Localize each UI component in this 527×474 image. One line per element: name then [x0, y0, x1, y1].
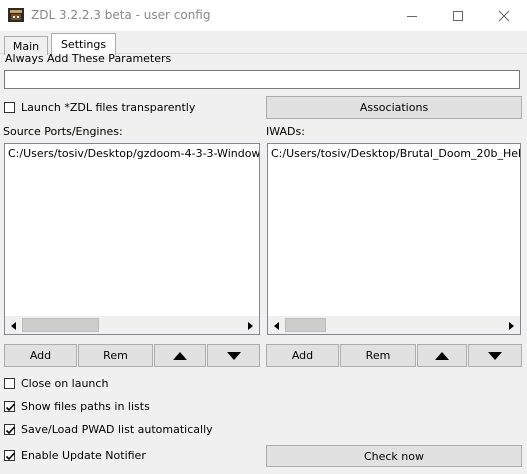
close-button[interactable] [481, 0, 527, 31]
checkbox-box[interactable] [4, 378, 15, 389]
move-iwad-down-button[interactable] [468, 344, 522, 367]
maximize-button[interactable] [435, 0, 481, 31]
save-load-pwad-checkbox[interactable]: Save/Load PWAD list automatically [4, 423, 213, 436]
remove-source-port-button[interactable]: Rem [78, 344, 153, 367]
add-source-port-button[interactable]: Add [4, 344, 77, 367]
window-title: ZDL 3.2.2.3 beta - user config [31, 8, 211, 22]
move-source-port-down-button[interactable] [207, 344, 260, 367]
iwads-label: IWADs: [266, 125, 305, 138]
scroll-thumb[interactable] [285, 318, 326, 332]
show-file-paths-checkbox[interactable]: Show files paths in lists [4, 400, 150, 413]
close-on-launch-checkbox[interactable]: Close on launch [4, 377, 108, 390]
source-ports-list[interactable]: C:/Users/tosiv/Desktop/gzdoom-4-3-3-Wind… [4, 143, 260, 335]
maximize-icon [453, 10, 463, 21]
checkbox-label: Save/Load PWAD list automatically [21, 423, 213, 436]
scroll-left-icon[interactable] [268, 317, 285, 334]
checkbox-box[interactable] [4, 450, 16, 461]
iwads-list[interactable]: C:/Users/tosiv/Desktop/Brutal_Doom_20b_H… [267, 143, 521, 335]
checkbox-label: Show files paths in lists [21, 400, 150, 413]
scroll-thumb[interactable] [22, 318, 99, 332]
enable-update-notifier-checkbox[interactable]: Enable Update Notifier [4, 449, 146, 462]
list-item[interactable]: C:/Users/tosiv/Desktop/gzdoom-4-3-3-Wind… [8, 147, 259, 160]
checkmark-icon [5, 426, 16, 435]
minimize-button[interactable] [389, 0, 435, 31]
checkbox-box[interactable] [4, 401, 16, 412]
add-iwad-button[interactable]: Add [266, 344, 339, 367]
scroll-right-icon[interactable] [503, 317, 520, 334]
launch-transparently-checkbox[interactable]: Launch *ZDL files transparently [4, 101, 195, 114]
move-iwad-up-button[interactable] [417, 344, 467, 367]
source-ports-label: Source Ports/Engines: [3, 125, 123, 138]
params-input[interactable] [4, 70, 520, 89]
list-item[interactable]: C:/Users/tosiv/Desktop/Brutal_Doom_20b_H… [271, 147, 520, 160]
zdl-app-icon[interactable] [7, 6, 25, 24]
triangle-down-icon [226, 351, 241, 360]
checkbox-box[interactable] [4, 424, 16, 435]
scroll-left-icon[interactable] [5, 317, 22, 334]
checkbox-label: Close on launch [21, 377, 109, 390]
horizontal-scrollbar[interactable] [268, 316, 520, 334]
params-label: Always Add These Parameters [5, 52, 172, 65]
remove-iwad-button[interactable]: Rem [340, 344, 416, 367]
triangle-up-icon [435, 351, 449, 360]
check-now-button[interactable]: Check now [266, 445, 522, 467]
triangle-up-icon [173, 351, 187, 360]
checkbox-label: Enable Update Notifier [21, 449, 146, 462]
checkbox-label: Launch *ZDL files transparently [21, 101, 196, 114]
associations-button[interactable]: Associations [266, 96, 522, 119]
checkbox-box[interactable] [4, 102, 15, 113]
move-source-port-up-button[interactable] [154, 344, 206, 367]
scroll-right-icon[interactable] [242, 317, 259, 334]
checkmark-icon [5, 403, 16, 412]
close-icon [498, 10, 510, 21]
horizontal-scrollbar[interactable] [5, 316, 259, 334]
checkmark-icon [5, 452, 16, 461]
minimize-icon [407, 15, 417, 17]
triangle-down-icon [488, 351, 502, 360]
